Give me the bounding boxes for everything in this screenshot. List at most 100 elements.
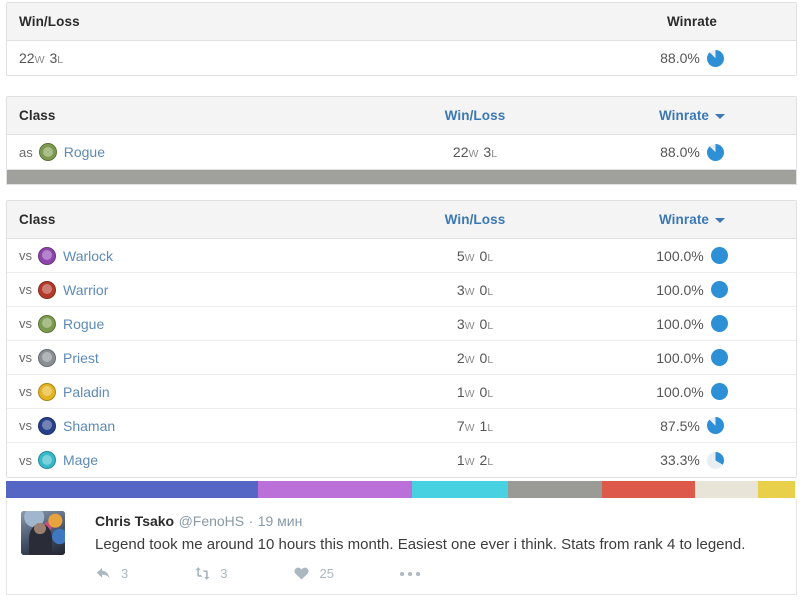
horizontal-scrollbar[interactable] [6,170,797,185]
distribution-segment [6,481,259,498]
losses-suffix: L [487,353,494,366]
winrate-value: 88.0% [660,144,700,160]
summary-winrate-cell: 88.0% [597,41,787,75]
class-name-link[interactable]: Priest [63,350,99,366]
winrate-value: 100.0% [656,383,704,400]
vs-class-table-body: vs Warlock 5W 0L 100.0% vs Warrior 3W 0L 100.0% vs… [7,239,796,477]
heart-icon [295,567,309,580]
table-row: vs Rogue 3W 0L 100.0% [7,307,796,341]
rogue-class-icon [38,314,56,333]
summary-header-winrate: Winrate [666,14,718,29]
as-class-table-header: Class Win/Loss Winrate [7,97,796,135]
tweet-actions: 3 3 25 [95,565,490,582]
as-header-class: Class [19,108,56,123]
winrate-pie-icon [710,247,728,264]
wins-value: 1 [456,383,465,400]
class-cell: vs Shaman [19,409,115,442]
retweet-button[interactable]: 3 [194,565,227,582]
reply-count: 3 [121,566,129,581]
winloss-cell: 22W 3L [367,135,583,169]
class-name-link[interactable]: Shaman [63,418,115,434]
distribution-segment [507,481,602,498]
tweet-separator: · [248,513,254,529]
summary-winloss-cell: 22W 3L [19,41,63,75]
winloss-cell: 3W 0L [367,307,583,340]
winloss-cell: 3W 0L [367,273,583,306]
distribution-segment [694,481,758,498]
winloss-cell: 7W 1L [367,409,583,442]
warrior-class-icon [38,280,56,299]
winloss-cell: 5W 0L [367,239,583,272]
table-row: vs Warrior 3W 0L 100.0% [7,273,796,307]
winloss-cell: 1W 2L [367,443,583,477]
as-class-table: Class Win/Loss Winrate as Rogue 22W 3L 88.0% [6,96,797,170]
table-row: vs Warlock 5W 0L 100.0% [7,239,796,273]
summary-table-row: 22W 3L 88.0% [7,41,796,75]
table-row: as Rogue 22W 3L 88.0% [7,135,796,169]
paladin-class-icon [38,382,56,401]
summary-winrate-value: 88.0% [660,50,700,66]
table-row: vs Shaman 7W 1L 87.5% [7,409,796,443]
winrate-cell: 100.0% [597,239,787,272]
tweet-handle[interactable]: @FenoHS [179,513,245,529]
winrate-pie-icon [710,315,728,332]
winrate-value: 100.0% [656,281,704,298]
summary-table-header: Win/Loss Winrate [7,3,796,41]
wins-value: 5 [456,247,465,264]
wins-suffix: W [464,285,475,298]
winrate-cell: 33.3% [597,443,787,477]
wins-value: 22 [452,144,469,160]
like-button[interactable]: 25 [293,565,334,582]
class-prefix: vs [19,418,32,433]
priest-class-icon [38,348,56,367]
class-cell: vs Paladin [19,375,110,408]
reply-icon [96,567,110,579]
distribution-segment [757,481,795,498]
class-name-link[interactable]: Rogue [64,144,105,160]
more-options-button[interactable] [399,571,424,576]
as-header-winloss[interactable]: Win/Loss [367,97,583,134]
tweet-timestamp[interactable]: 19 мин [258,513,303,529]
class-name-link[interactable]: Mage [63,452,98,468]
table-row: vs Priest 2W 0L 100.0% [7,341,796,375]
class-name-link[interactable]: Warlock [63,248,113,264]
losses-suffix: L [487,456,494,468]
class-cell: vs Warlock [19,239,113,272]
summary-losses-suffix: L [57,54,64,66]
vs-class-table-header: Class Win/Loss Winrate [7,201,796,239]
table-row: vs Mage 1W 2L 33.3% [7,443,796,477]
class-name-link[interactable]: Paladin [63,384,110,400]
like-count: 25 [319,566,334,581]
class-name-link[interactable]: Warrior [63,282,108,298]
winrate-value: 100.0% [656,247,704,264]
retweet-count: 3 [220,566,228,581]
winrate-value: 100.0% [656,349,704,366]
winrate-pie-icon [710,383,728,400]
losses-suffix: L [487,285,494,298]
winrate-pie-icon [706,417,724,434]
vs-header-winrate[interactable]: Winrate [597,201,787,238]
class-name-link[interactable]: Rogue [63,316,104,332]
winrate-pie-icon [710,281,728,298]
warlock-class-icon [38,246,56,265]
summary-wins-suffix: W [34,54,45,66]
avatar[interactable] [21,511,65,555]
wins-suffix: W [464,421,475,434]
class-prefix: vs [19,248,32,263]
reply-button[interactable]: 3 [95,565,128,582]
class-cell: vs Priest [19,341,99,374]
winrate-cell: 100.0% [597,375,787,408]
wins-suffix: W [464,456,475,468]
wins-value: 7 [456,417,465,434]
summary-table: Win/Loss Winrate 22W 3L 88.0% [6,2,797,76]
tweet-author-name[interactable]: Chris Tsako [95,513,174,529]
wins-value: 3 [456,281,465,298]
vs-header-winloss[interactable]: Win/Loss [367,201,583,238]
class-prefix: vs [19,282,32,297]
wins-suffix: W [464,319,475,332]
wins-suffix: W [464,251,475,264]
stats-page: Win/Loss Winrate 22W 3L 88.0% Class Win/L… [0,0,803,601]
class-prefix: vs [19,350,32,365]
class-prefix: vs [19,384,32,399]
as-header-winrate[interactable]: Winrate [597,97,787,134]
